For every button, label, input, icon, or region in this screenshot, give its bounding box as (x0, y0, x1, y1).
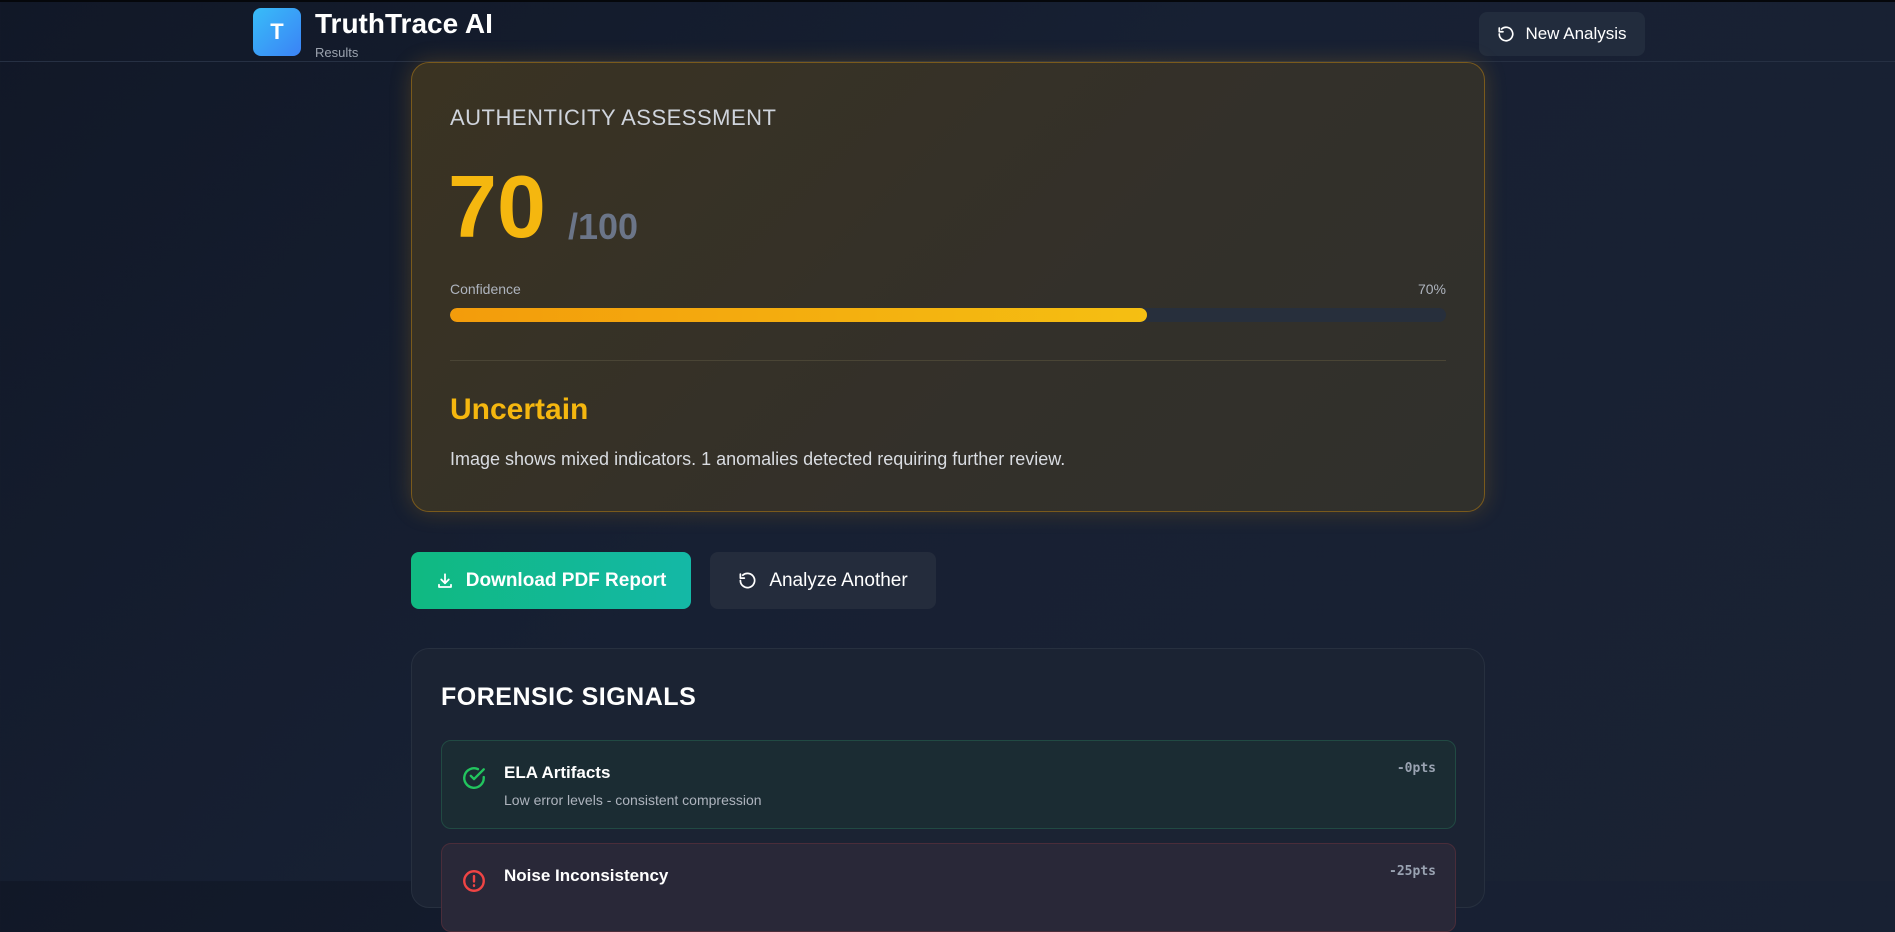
page-subtitle: Results (315, 45, 359, 60)
forensic-signals-title: FORENSIC SIGNALS (441, 683, 697, 711)
divider (450, 360, 1446, 361)
download-icon (437, 572, 452, 588)
confidence-bar (450, 308, 1446, 322)
signal-name: ELA Artifacts (504, 763, 611, 782)
signal-points: -0pts (1396, 761, 1436, 776)
alert-circle-icon (463, 870, 485, 892)
forensic-signals-panel: FORENSIC SIGNALS ELA Artifacts Low error… (411, 648, 1485, 932)
signal-description: Low error levels - consistent compressio… (504, 792, 762, 808)
signal-points: -25pts (1389, 864, 1436, 879)
assessment-heading: AUTHENTICITY ASSESSMENT (450, 105, 777, 130)
analyze-another-label: Analyze Another (769, 569, 908, 591)
analyze-another-button[interactable]: Analyze Another (710, 552, 936, 609)
signal-name: Noise Inconsistency (504, 866, 669, 885)
score-max: /100 (568, 206, 639, 247)
app-logo: T (253, 8, 301, 56)
refresh-icon (1498, 26, 1514, 42)
authenticity-assessment-card: AUTHENTICITY ASSESSMENT 70 /100 Confiden… (411, 62, 1485, 512)
download-pdf-report-label: Download PDF Report (465, 569, 667, 591)
verdict-label: Uncertain (450, 393, 589, 426)
signal-item-ela-artifacts[interactable]: ELA Artifacts Low error levels - consist… (441, 740, 1456, 829)
confidence-bar-fill (450, 308, 1148, 322)
confidence-percent: 70% (1417, 281, 1446, 297)
app-title: TruthTrace AI (315, 8, 493, 39)
signal-item-noise-inconsistency[interactable]: Noise Inconsistency -25pts (441, 843, 1456, 932)
authenticity-score: 70 (448, 157, 546, 256)
refresh-icon (739, 572, 756, 589)
app-header: T TruthTrace AI Results New Analysis (0, 2, 1895, 62)
check-circle-icon (463, 767, 485, 789)
new-analysis-button[interactable]: New Analysis (1479, 12, 1645, 56)
download-pdf-report-button[interactable]: Download PDF Report (411, 552, 691, 609)
confidence-label: Confidence (450, 281, 521, 297)
new-analysis-label: New Analysis (1525, 24, 1627, 43)
verdict-description: Image shows mixed indicators. 1 anomalie… (450, 449, 1066, 469)
